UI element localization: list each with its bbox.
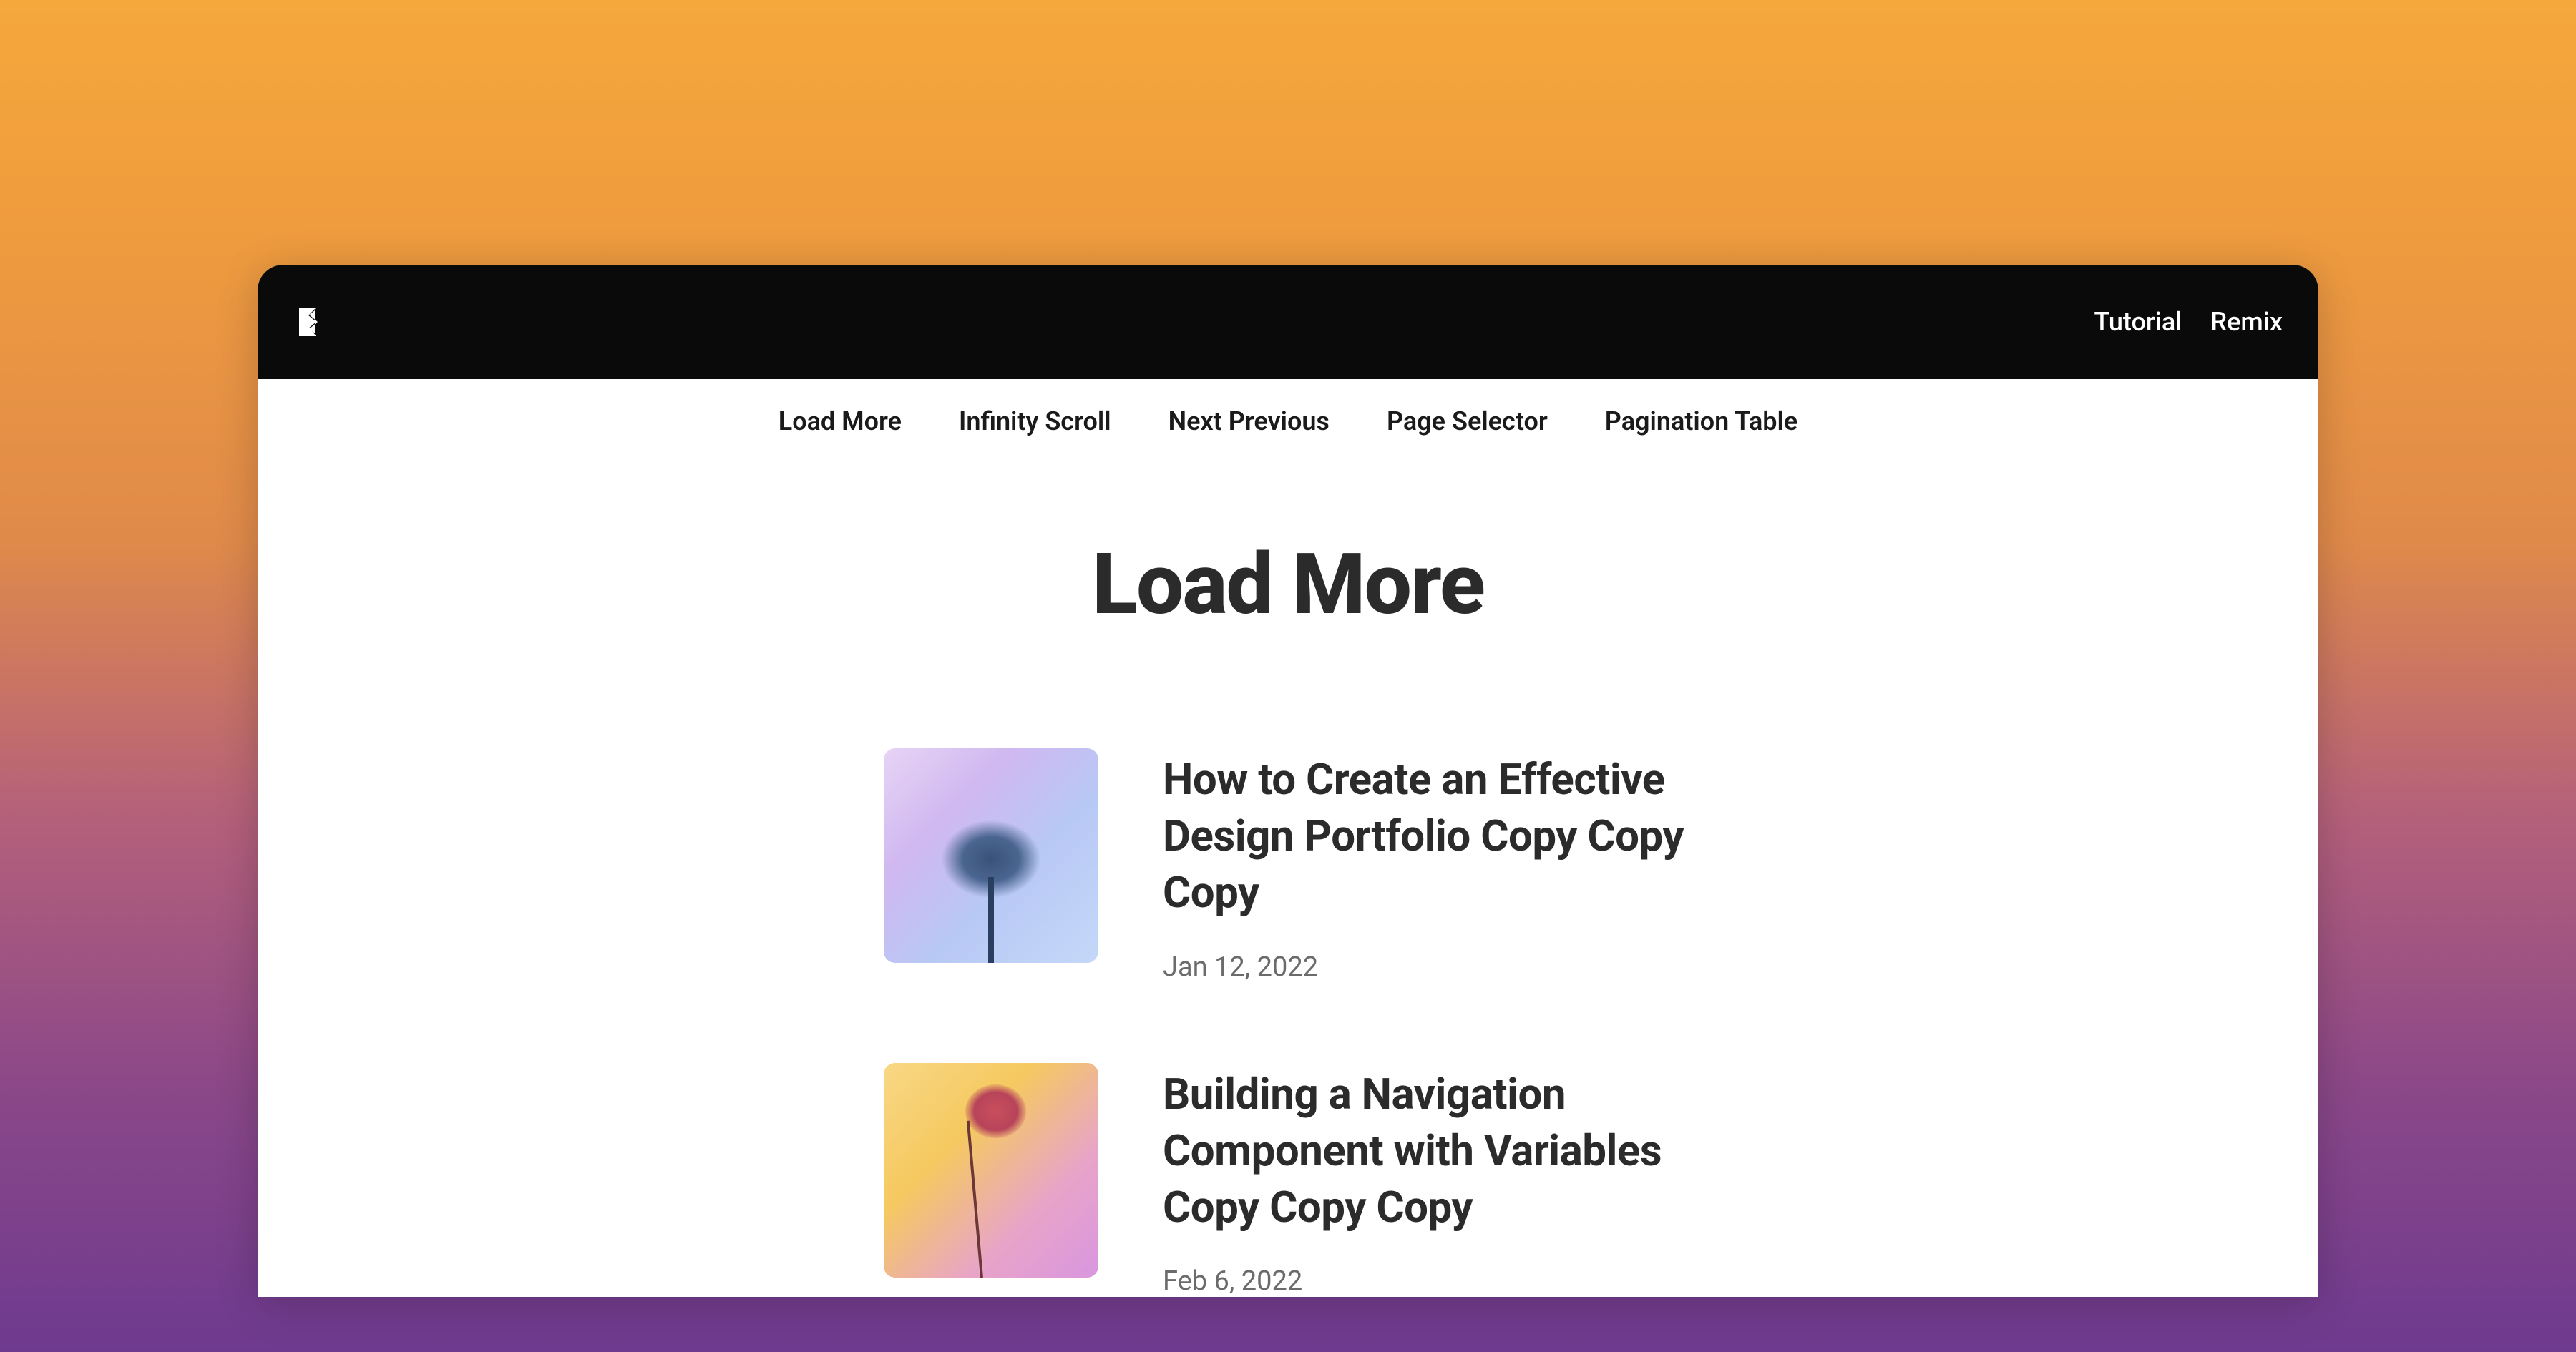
logo-icon[interactable] bbox=[293, 303, 331, 341]
tab-page-selector[interactable]: Page Selector bbox=[1387, 406, 1548, 436]
top-bar: Tutorial Remix bbox=[258, 265, 2318, 379]
post-item[interactable]: Building a Navigation Component with Var… bbox=[884, 1063, 1692, 1298]
nav-link-tutorial[interactable]: Tutorial bbox=[2094, 307, 2182, 337]
post-item[interactable]: How to Create an Effective Design Portfo… bbox=[884, 748, 1692, 983]
post-thumbnail bbox=[884, 748, 1098, 963]
post-content: How to Create an Effective Design Portfo… bbox=[1163, 748, 1692, 983]
post-content: Building a Navigation Component with Var… bbox=[1163, 1063, 1692, 1298]
post-title: Building a Navigation Component with Var… bbox=[1163, 1066, 1692, 1236]
post-date: Feb 6, 2022 bbox=[1163, 1265, 1692, 1297]
post-date: Jan 12, 2022 bbox=[1163, 951, 1692, 983]
page-title: Load More bbox=[1092, 535, 1484, 634]
tab-infinity-scroll[interactable]: Infinity Scroll bbox=[959, 406, 1111, 436]
content-area: Load More How to Create an Effective Des… bbox=[258, 464, 2318, 1297]
tab-load-more[interactable]: Load More bbox=[779, 406, 902, 436]
post-thumbnail bbox=[884, 1063, 1098, 1278]
post-title: How to Create an Effective Design Portfo… bbox=[1163, 751, 1692, 921]
tab-nav: Load More Infinity Scroll Next Previous … bbox=[258, 379, 2318, 464]
tab-next-previous[interactable]: Next Previous bbox=[1169, 406, 1330, 436]
browser-window: Tutorial Remix Load More Infinity Scroll… bbox=[258, 265, 2318, 1297]
top-nav: Tutorial Remix bbox=[2094, 307, 2283, 337]
nav-link-remix[interactable]: Remix bbox=[2210, 307, 2283, 337]
tab-pagination-table[interactable]: Pagination Table bbox=[1605, 406, 1797, 436]
post-list: How to Create an Effective Design Portfo… bbox=[884, 748, 1692, 1297]
